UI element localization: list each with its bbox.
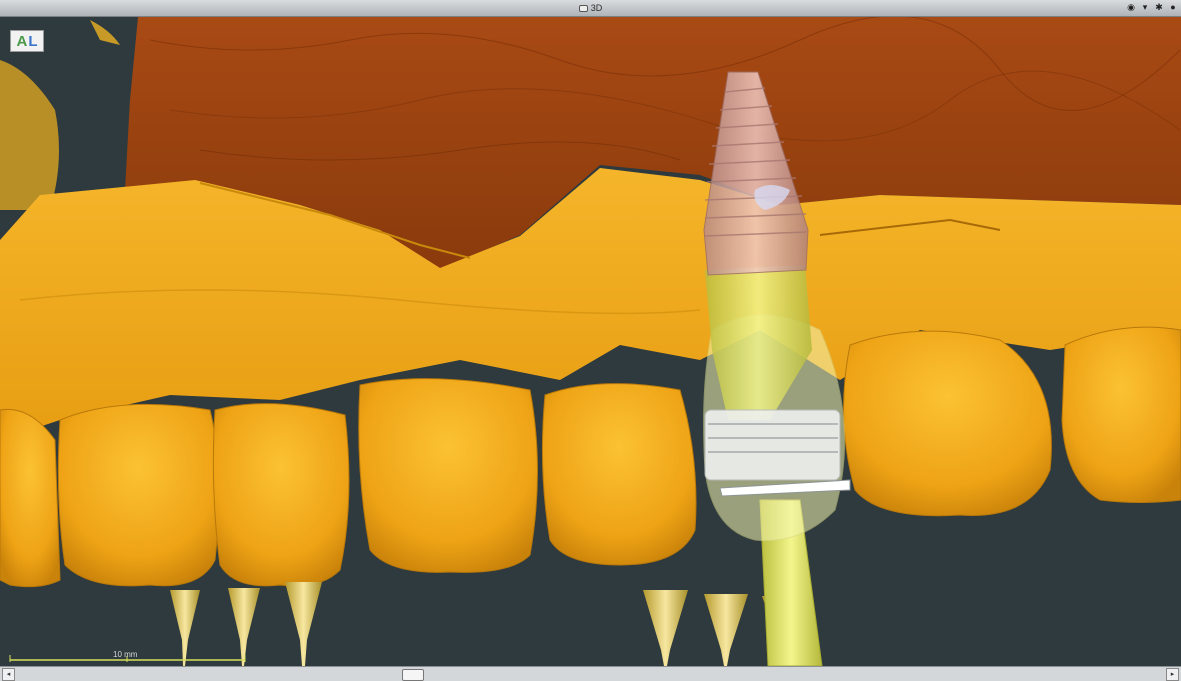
3d-viewport[interactable] [0, 17, 1181, 666]
app-window: 3D ◉ ▾ ✱ ● A L 10 mm ◂ ▸ [0, 0, 1181, 681]
tooth-5 [541, 383, 697, 566]
tooth-2 [57, 403, 220, 587]
settings-icon[interactable]: ✱ [1154, 2, 1164, 12]
tooth-3 [212, 403, 350, 587]
horizontal-scrollbar[interactable]: ◂ ▸ [0, 666, 1181, 681]
close-icon[interactable]: ● [1168, 2, 1178, 12]
window-title-text: 3D [590, 3, 603, 13]
tooth-6 [843, 330, 1052, 517]
title-bar: 3D ◉ ▾ ✱ ● [0, 0, 1181, 17]
chevron-down-icon[interactable]: ▾ [1140, 2, 1150, 12]
orientation-indicator: A L [10, 30, 44, 52]
scale-bar-label: 10 mm [113, 650, 138, 659]
tooth-1 [0, 408, 61, 588]
scrollbar-thumb[interactable] [402, 669, 424, 681]
view-3d-icon [578, 4, 588, 12]
3d-scene [0, 17, 1181, 666]
scroll-left-arrow-icon[interactable]: ◂ [2, 668, 15, 681]
tooth-7 [1061, 326, 1181, 503]
title-controls: ◉ ▾ ✱ ● [1126, 2, 1178, 12]
window-title: 3D [578, 3, 603, 13]
orientation-left-label: L [28, 32, 38, 50]
orientation-anterior-label: A [16, 32, 28, 50]
eye-icon[interactable]: ◉ [1126, 2, 1136, 12]
scroll-right-arrow-icon[interactable]: ▸ [1166, 668, 1179, 681]
tooth-4 [358, 378, 538, 573]
